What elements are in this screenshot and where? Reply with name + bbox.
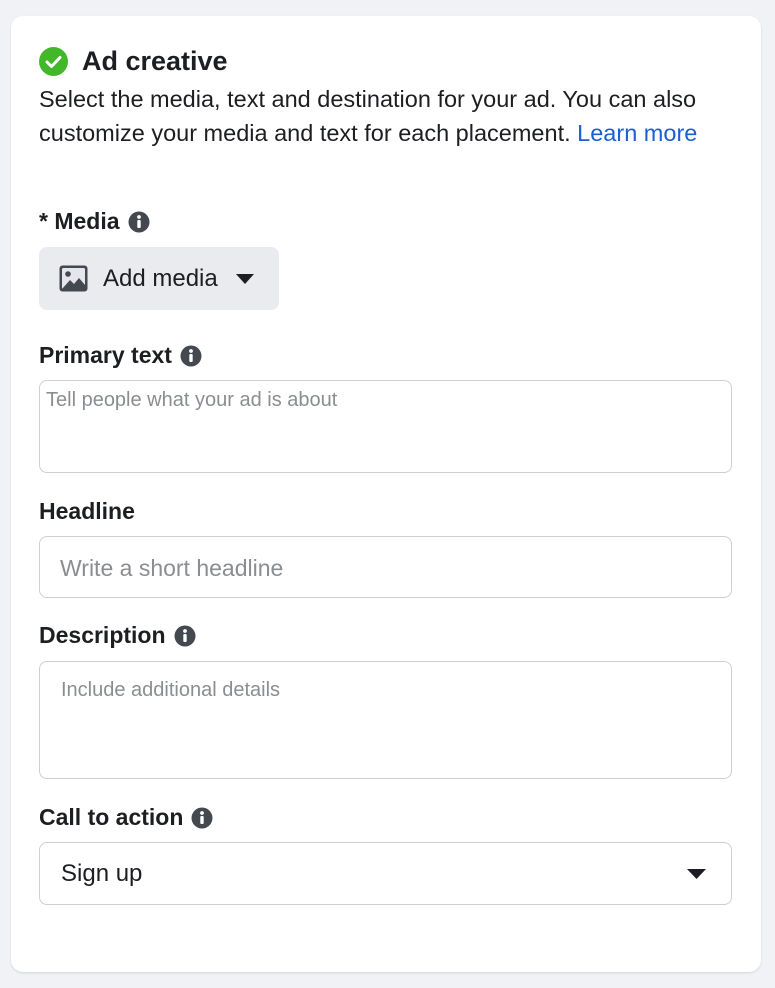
media-label: * Media bbox=[39, 208, 120, 234]
description-label-row: Description bbox=[39, 622, 196, 649]
headline-label: Headline bbox=[39, 498, 135, 524]
section-header: Ad creative bbox=[39, 46, 228, 77]
check-circle-icon bbox=[39, 47, 68, 76]
call-to-action-label-row: Call to action bbox=[39, 804, 213, 831]
headline-label-row: Headline bbox=[39, 498, 135, 525]
headline-input[interactable]: Write a short headline bbox=[39, 536, 732, 598]
primary-text-label: Primary text bbox=[39, 342, 172, 368]
ad-creative-card: Ad creative Select the media, text and d… bbox=[11, 16, 761, 972]
primary-text-placeholder: Tell people what your ad is about bbox=[46, 389, 338, 411]
image-icon bbox=[59, 265, 88, 292]
info-icon[interactable] bbox=[128, 211, 150, 233]
learn-more-link[interactable]: Learn more bbox=[577, 120, 697, 146]
primary-text-label-row: Primary text bbox=[39, 342, 202, 369]
info-icon[interactable] bbox=[180, 345, 202, 367]
description-label: Description bbox=[39, 622, 166, 648]
call-to-action-value: Sign up bbox=[61, 860, 143, 887]
headline-placeholder: Write a short headline bbox=[60, 555, 284, 581]
add-media-label: Add media bbox=[103, 264, 218, 292]
section-intro: Select the media, text and destination f… bbox=[39, 82, 739, 150]
description-placeholder: Include additional details bbox=[61, 679, 281, 701]
add-media-button[interactable]: Add media bbox=[39, 247, 279, 310]
call-to-action-select[interactable]: Sign up bbox=[39, 842, 732, 905]
section-title: Ad creative bbox=[82, 46, 228, 76]
info-icon[interactable] bbox=[191, 807, 213, 829]
call-to-action-label: Call to action bbox=[39, 804, 184, 830]
chevron-down-icon bbox=[235, 273, 254, 284]
description-input[interactable]: Include additional details bbox=[39, 661, 732, 779]
chevron-down-icon bbox=[687, 869, 706, 879]
primary-text-input[interactable]: Tell people what your ad is about bbox=[39, 380, 732, 473]
media-label-row: * Media bbox=[39, 208, 150, 235]
info-icon[interactable] bbox=[174, 625, 196, 647]
